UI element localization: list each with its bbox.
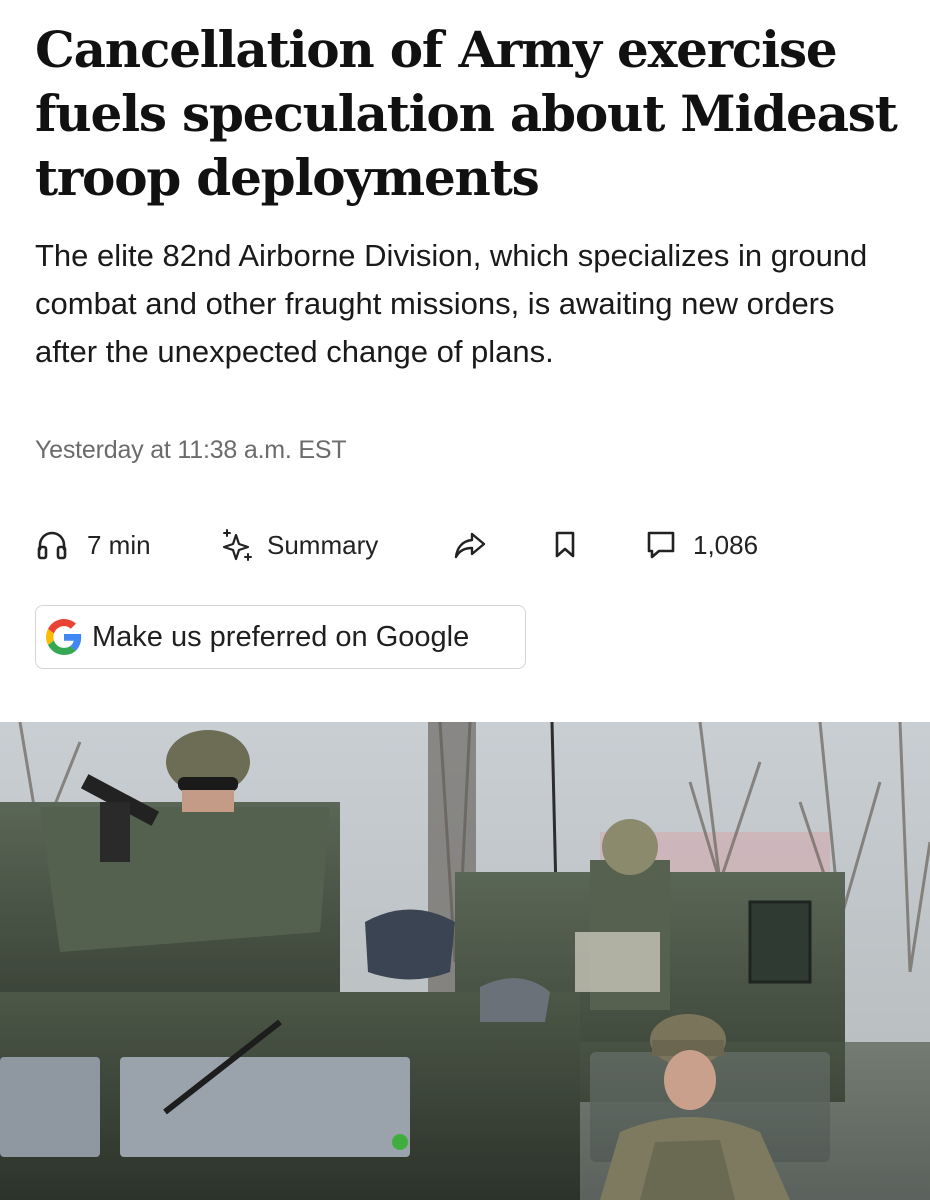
summary-label: Summary xyxy=(267,529,379,560)
share-arrow-icon xyxy=(454,532,486,559)
make-preferred-google-button[interactable]: Make us preferred on Google xyxy=(35,605,526,669)
article-headline: Cancellation of Army exercise fuels spec… xyxy=(35,20,898,207)
comments-button[interactable]: 1,086 xyxy=(645,522,758,568)
article-lead-photo xyxy=(0,722,930,1200)
bookmark-button[interactable] xyxy=(552,522,578,568)
comment-bubble-icon xyxy=(647,531,675,559)
summary-button[interactable]: Summary xyxy=(219,522,378,568)
comments-count: 1,086 xyxy=(693,529,759,560)
article-dek: The elite 82nd Airborne Division, which … xyxy=(35,238,868,369)
article-timestamp: Yesterday at 11:38 a.m. EST xyxy=(35,436,347,464)
google-button-label: Make us preferred on Google xyxy=(92,620,470,653)
share-button[interactable] xyxy=(452,522,488,568)
sparkle-icon xyxy=(222,529,252,561)
article-actions-bar: 7 min Summary 1,086 xyxy=(35,522,895,568)
listen-button[interactable]: 7 min xyxy=(35,522,151,568)
listen-duration-label: 7 min xyxy=(87,529,151,560)
bookmark-icon xyxy=(555,531,575,558)
headphones-icon xyxy=(37,531,67,560)
google-g-logo xyxy=(46,619,82,655)
soldiers-military-vehicles-image xyxy=(0,722,930,1200)
